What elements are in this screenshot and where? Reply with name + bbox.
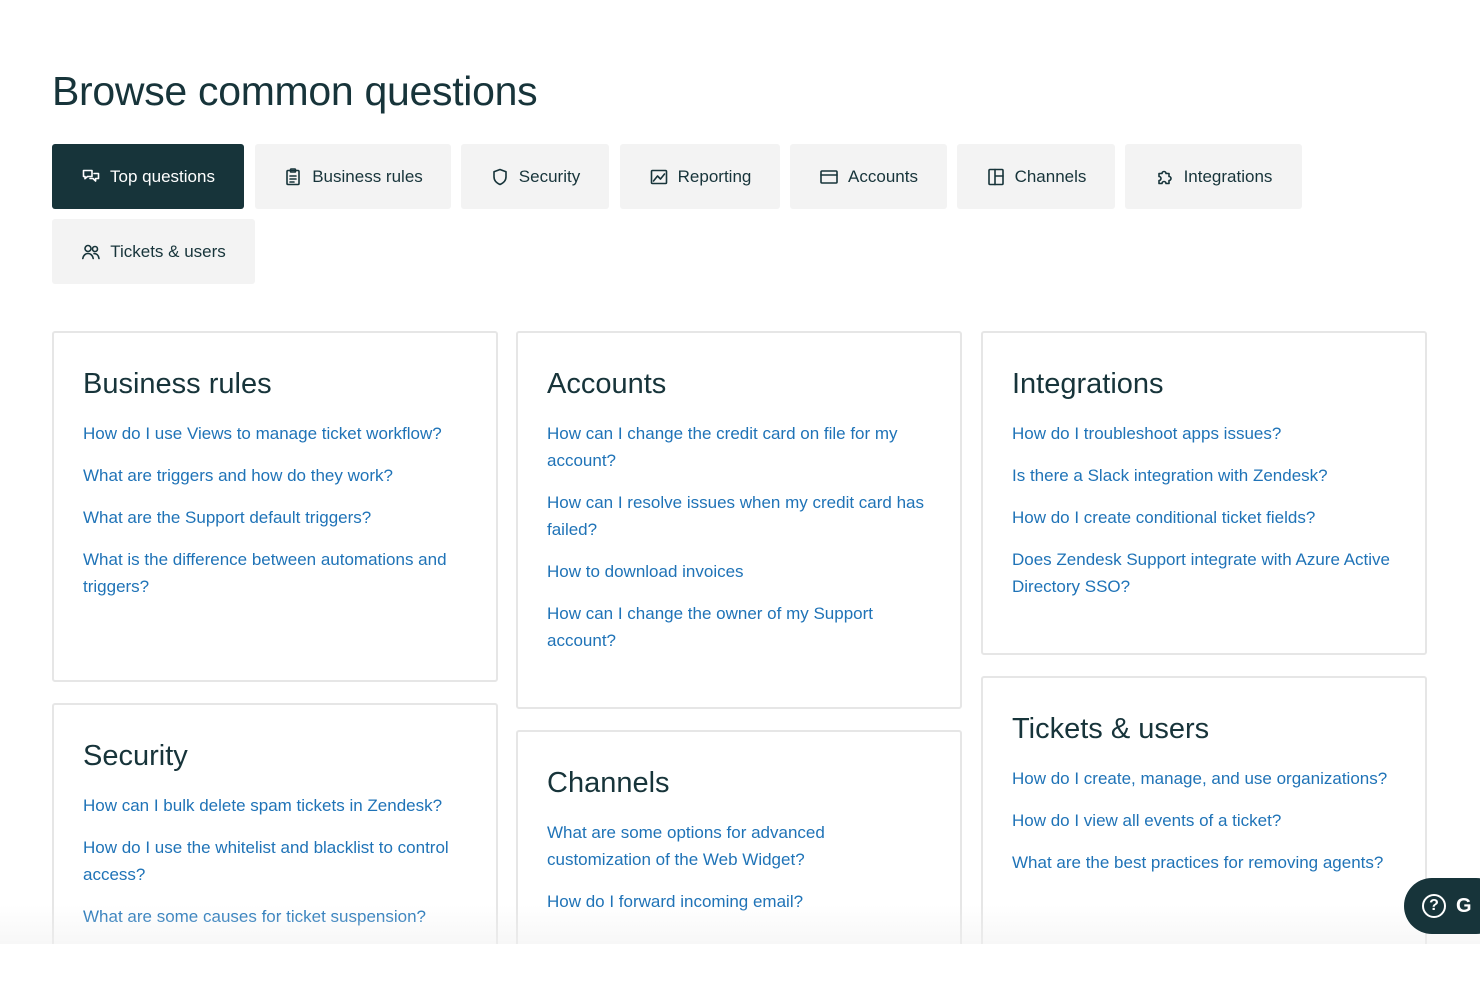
- list-item: How do I use Views to manage ticket work…: [83, 420, 468, 447]
- question-link[interactable]: How can I resolve issues when my credit …: [547, 489, 932, 543]
- list-item: How can I bulk delete spam tickets in Ze…: [83, 792, 468, 819]
- list-item: How do I troubleshoot apps issues?: [1012, 420, 1397, 447]
- list-item: What are the best practices for removing…: [1012, 849, 1397, 876]
- question-link[interactable]: How do I troubleshoot apps issues?: [1012, 420, 1397, 447]
- card-security: Security How can I bulk delete spam tick…: [52, 703, 498, 963]
- question-link[interactable]: How can I bulk delete spam tickets in Ze…: [83, 792, 468, 819]
- tab-integrations[interactable]: Integrations: [1125, 144, 1302, 209]
- list-item: How do I create, manage, and use organiz…: [1012, 765, 1397, 792]
- puzzle-icon: [1155, 167, 1175, 187]
- list-item: How do I forward incoming email?: [547, 888, 932, 915]
- card-title: Accounts: [547, 368, 667, 400]
- card-title: Integrations: [1012, 368, 1164, 400]
- list-item: What are triggers and how do they work?: [83, 462, 468, 489]
- help-widget-button[interactable]: ? G: [1404, 878, 1480, 934]
- question-link[interactable]: How do I create conditional ticket field…: [1012, 504, 1397, 531]
- list-item: How do I view all events of a ticket?: [1012, 807, 1397, 834]
- list-item: How can I change the owner of my Support…: [547, 600, 932, 654]
- question-link[interactable]: How to download invoices: [547, 558, 932, 585]
- list-item: How do I use the whitelist and blacklist…: [83, 834, 468, 888]
- question-link[interactable]: How do I use Views to manage ticket work…: [83, 420, 468, 447]
- question-link[interactable]: How do I use the whitelist and blacklist…: [83, 834, 468, 888]
- question-link[interactable]: What are the Support default triggers?: [83, 504, 468, 531]
- tab-label: Business rules: [312, 166, 423, 186]
- tab-business-rules[interactable]: Business rules: [255, 144, 451, 209]
- viewport-bottom-edge: [0, 944, 1480, 987]
- question-link[interactable]: What are some causes for ticket suspensi…: [83, 903, 468, 930]
- card-title: Security: [83, 740, 188, 772]
- card-title: Business rules: [83, 368, 272, 400]
- list-item: How to download invoices: [547, 558, 932, 585]
- list-item: Is there a Slack integration with Zendes…: [1012, 462, 1397, 489]
- question-link[interactable]: What are some options for advanced custo…: [547, 819, 932, 873]
- question-link[interactable]: What are the best practices for removing…: [1012, 849, 1397, 876]
- list-item: Does Zendesk Support integrate with Azur…: [1012, 546, 1397, 600]
- tab-label: Reporting: [677, 166, 752, 186]
- clipboard-icon: [283, 167, 303, 187]
- card-channels: Channels What are some options for advan…: [516, 730, 962, 963]
- question-list: What are some options for advanced custo…: [547, 819, 932, 915]
- tab-label: Security: [518, 166, 581, 186]
- list-item: How can I resolve issues when my credit …: [547, 489, 932, 543]
- question-link[interactable]: How can I change the owner of my Support…: [547, 600, 932, 654]
- list-item: What are some options for advanced custo…: [547, 819, 932, 873]
- tab-channels[interactable]: Channels: [957, 144, 1115, 209]
- question-list: How can I change the credit card on file…: [547, 420, 932, 654]
- tab-accounts[interactable]: Accounts: [790, 144, 947, 209]
- question-link[interactable]: Does Zendesk Support integrate with Azur…: [1012, 546, 1397, 600]
- question-link[interactable]: How do I view all events of a ticket?: [1012, 807, 1397, 834]
- tab-label: Top questions: [110, 166, 215, 186]
- tab-label: Accounts: [848, 166, 918, 186]
- list-item: What is the difference between automatio…: [83, 546, 468, 600]
- question-circle-icon: ?: [1422, 894, 1446, 918]
- question-link[interactable]: What are triggers and how do they work?: [83, 462, 468, 489]
- list-item: What are some causes for ticket suspensi…: [83, 903, 468, 930]
- question-link[interactable]: How do I forward incoming email?: [547, 888, 932, 915]
- list-item: How can I change the credit card on file…: [547, 420, 932, 474]
- card-title: Tickets & users: [1012, 713, 1210, 745]
- card-title: Channels: [547, 767, 670, 799]
- card-accounts: Accounts How can I change the credit car…: [516, 331, 962, 709]
- list-item: What are the Support default triggers?: [83, 504, 468, 531]
- question-link[interactable]: What is the difference between automatio…: [83, 546, 468, 600]
- shield-icon: [490, 167, 510, 187]
- list-item: How do I create conditional ticket field…: [1012, 504, 1397, 531]
- tab-top-questions[interactable]: Top questions: [52, 144, 244, 209]
- card-business-rules: Business rules How do I use Views to man…: [52, 331, 498, 682]
- question-link[interactable]: Is there a Slack integration with Zendes…: [1012, 462, 1397, 489]
- question-list: How do I create, manage, and use organiz…: [1012, 765, 1397, 876]
- credit-card-icon: [819, 167, 839, 187]
- layout-icon: [986, 167, 1006, 187]
- card-integrations: Integrations How do I troubleshoot apps …: [981, 331, 1427, 655]
- question-list: How do I troubleshoot apps issues? Is th…: [1012, 420, 1397, 600]
- question-link[interactable]: How can I change the credit card on file…: [547, 420, 932, 474]
- tab-label: Integrations: [1183, 166, 1273, 186]
- tab-security[interactable]: Security: [461, 144, 609, 209]
- question-list: How can I bulk delete spam tickets in Ze…: [83, 792, 468, 930]
- tab-tickets-users[interactable]: Tickets & users: [52, 219, 255, 284]
- users-icon: [81, 242, 101, 262]
- tab-label: Channels: [1014, 166, 1087, 186]
- tab-label: Tickets & users: [110, 241, 226, 261]
- question-list: How do I use Views to manage ticket work…: [83, 420, 468, 600]
- help-widget-label: G: [1456, 894, 1472, 917]
- chart-icon: [649, 167, 669, 187]
- question-link[interactable]: How do I create, manage, and use organiz…: [1012, 765, 1397, 792]
- tab-reporting[interactable]: Reporting: [620, 144, 780, 209]
- page-title: Browse common questions: [52, 68, 538, 114]
- chat-bubbles-icon: [81, 167, 101, 187]
- card-tickets-users: Tickets & users How do I create, manage,…: [981, 676, 1427, 963]
